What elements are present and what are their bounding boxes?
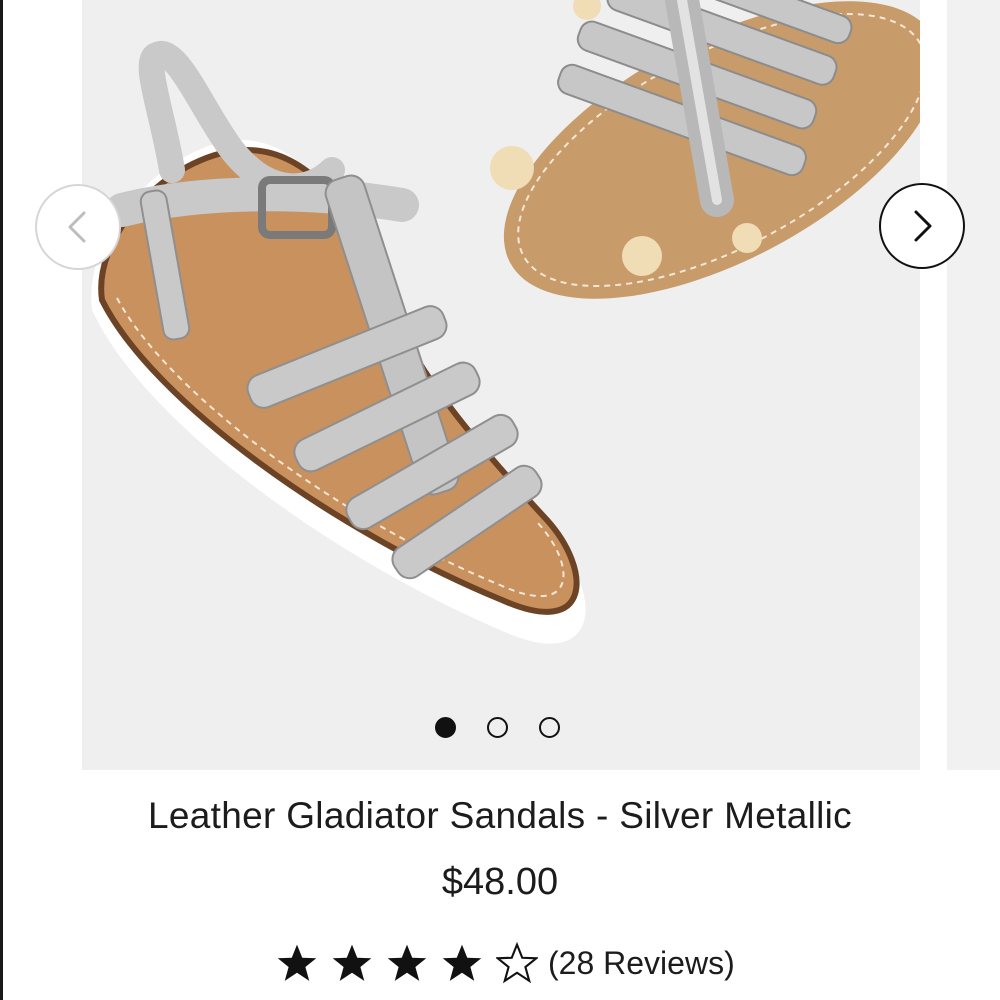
sandal-left xyxy=(91,41,586,644)
product-rating[interactable]: (28 Reviews) xyxy=(276,936,735,990)
carousel-prev-button[interactable] xyxy=(35,184,121,270)
carousel-slide-current xyxy=(82,0,920,770)
carousel-dot-1[interactable] xyxy=(435,717,456,738)
carousel-dot-2[interactable] xyxy=(487,717,508,738)
product-title: Leather Gladiator Sandals - Silver Metal… xyxy=(148,795,852,836)
product-price: $48.00 xyxy=(441,861,559,903)
star-filled-icon xyxy=(442,944,482,981)
reviews-link[interactable]: (28 Reviews) xyxy=(548,945,735,982)
chevron-left-icon xyxy=(68,211,86,243)
carousel-slide-next-peek xyxy=(947,0,1000,770)
chevron-right-icon xyxy=(914,210,932,242)
product-image-carousel[interactable] xyxy=(0,0,1000,770)
star-empty-icon xyxy=(496,942,538,984)
sandal-right xyxy=(490,0,920,299)
carousel-next-button[interactable] xyxy=(879,183,965,269)
carousel-dot-3[interactable] xyxy=(539,717,560,738)
star-filled-icon xyxy=(387,944,427,981)
product-photo-sandals xyxy=(91,0,920,644)
star-filled-icon xyxy=(332,944,372,981)
star-filled-icon xyxy=(277,944,317,981)
carousel-pagination xyxy=(0,717,1000,743)
